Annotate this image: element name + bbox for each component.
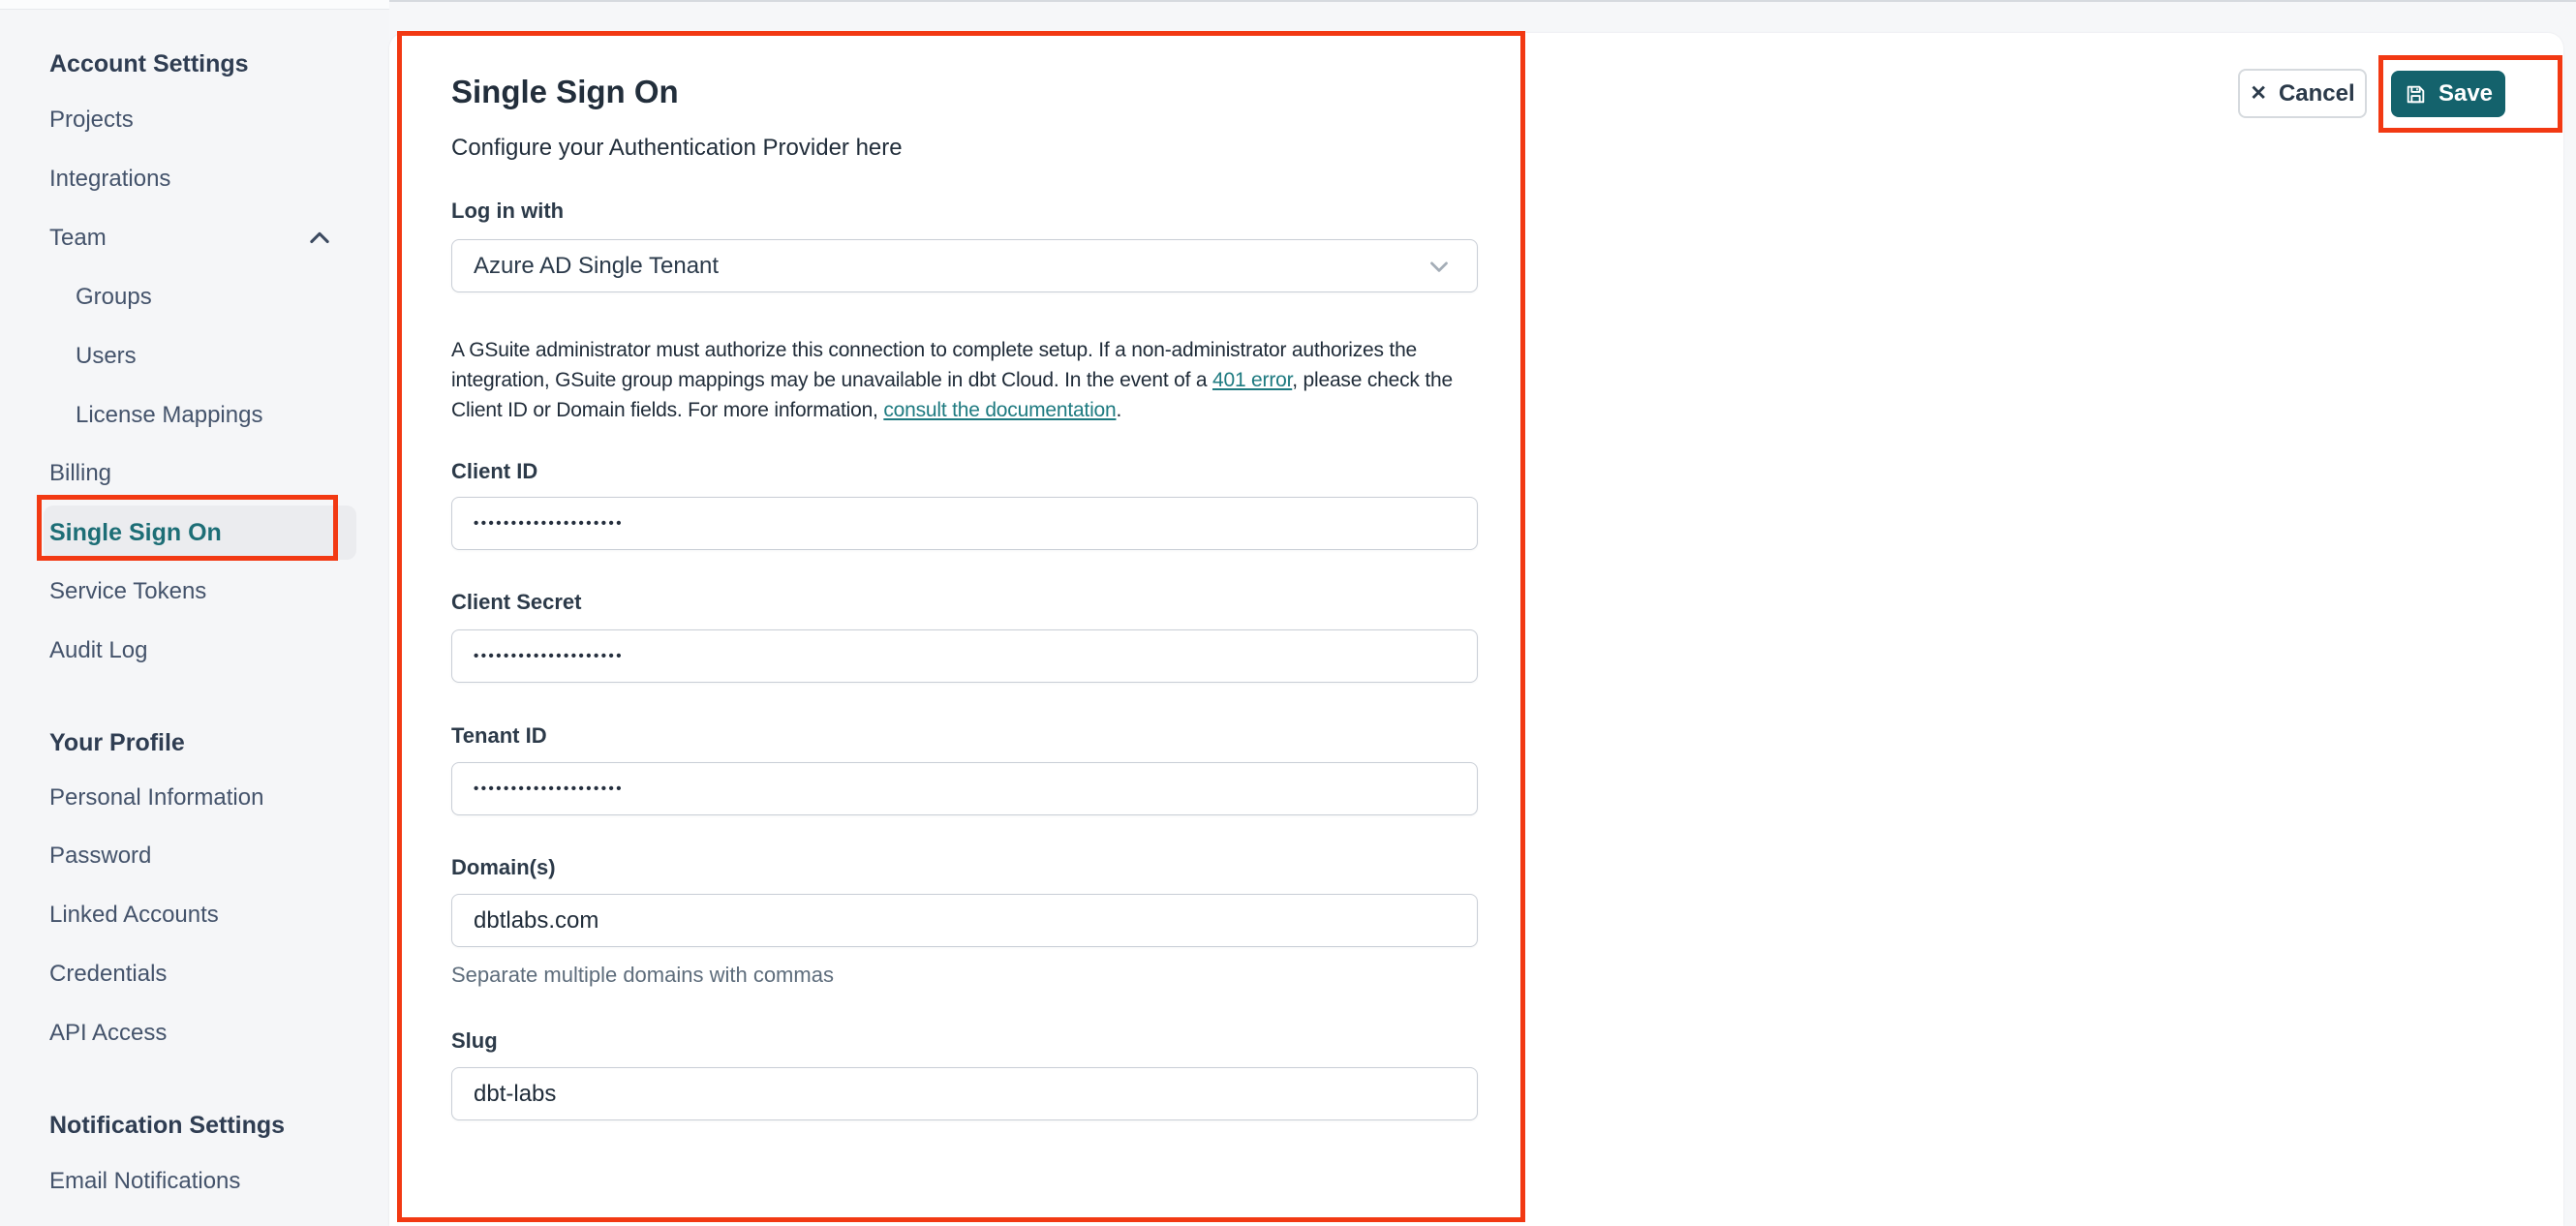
close-icon: ✕ — [2250, 82, 2267, 105]
chevron-down-icon — [1425, 252, 1454, 281]
sidebar-header-your-profile: Your Profile — [49, 729, 185, 756]
sidebar-header-notification-settings: Notification Settings — [49, 1112, 286, 1139]
sidebar-item-integrations[interactable]: Integrations — [49, 156, 170, 202]
client-secret-label: Client Secret — [451, 590, 582, 614]
cancel-button[interactable]: ✕ Cancel — [2238, 69, 2367, 118]
slug-label: Slug — [451, 1028, 498, 1053]
sidebar-item-audit-log[interactable]: Audit Log — [49, 628, 147, 674]
slug-input[interactable] — [451, 1067, 1478, 1120]
client-secret-input[interactable] — [451, 629, 1478, 683]
save-button[interactable]: Save — [2391, 71, 2505, 117]
401-error-link[interactable]: 401 error — [1212, 369, 1292, 391]
save-button-label: Save — [2438, 80, 2494, 107]
login-with-select[interactable]: Azure AD Single Tenant — [451, 239, 1478, 292]
sidebar-item-api-access[interactable]: API Access — [49, 1010, 167, 1057]
sidebar-item-team[interactable]: Team — [49, 215, 107, 261]
page: Account Settings Projects Integrations T… — [0, 0, 2576, 1226]
chevron-up-icon[interactable] — [296, 215, 343, 261]
login-with-selected-value: Azure AD Single Tenant — [474, 252, 720, 279]
sidebar-item-billing[interactable]: Billing — [49, 450, 111, 497]
client-id-input[interactable] — [451, 497, 1478, 550]
page-subtitle: Configure your Authentication Provider h… — [451, 135, 903, 161]
sidebar-item-personal-information[interactable]: Personal Information — [49, 775, 263, 821]
sidebar-top-divider — [0, 0, 389, 10]
sidebar-item-service-tokens[interactable]: Service Tokens — [49, 568, 206, 615]
sidebar-item-credentials[interactable]: Credentials — [49, 951, 167, 997]
sidebar-item-single-sign-on[interactable]: Single Sign On — [49, 509, 222, 556]
sidebar-item-license-mappings[interactable]: License Mappings — [76, 392, 262, 439]
save-icon — [2404, 82, 2428, 107]
sidebar-item-password[interactable]: Password — [49, 833, 151, 879]
page-title: Single Sign On — [451, 74, 679, 109]
tenant-id-label: Tenant ID — [451, 723, 547, 748]
sidebar-item-groups[interactable]: Groups — [76, 274, 152, 321]
login-with-label: Log in with — [451, 199, 565, 223]
tenant-id-input[interactable] — [451, 762, 1478, 815]
sidebar-item-email-notifications[interactable]: Email Notifications — [49, 1158, 240, 1205]
gsuite-notice-text: A GSuite administrator must authorize th… — [451, 335, 1489, 425]
top-divider — [389, 0, 2576, 2]
domains-input[interactable] — [451, 894, 1478, 947]
sidebar-item-linked-accounts[interactable]: Linked Accounts — [49, 892, 219, 938]
sidebar: Account Settings Projects Integrations T… — [0, 0, 389, 1226]
domains-label: Domain(s) — [451, 855, 556, 879]
consult-documentation-link[interactable]: consult the documentation — [883, 399, 1116, 421]
domains-helper-text: Separate multiple domains with commas — [451, 963, 834, 987]
notice-part3: . — [1116, 399, 1122, 421]
client-id-label: Client ID — [451, 459, 538, 483]
sidebar-item-users[interactable]: Users — [76, 333, 137, 380]
cancel-button-label: Cancel — [2278, 79, 2355, 107]
sidebar-item-projects[interactable]: Projects — [49, 97, 134, 143]
sidebar-header-account-settings: Account Settings — [49, 50, 249, 77]
